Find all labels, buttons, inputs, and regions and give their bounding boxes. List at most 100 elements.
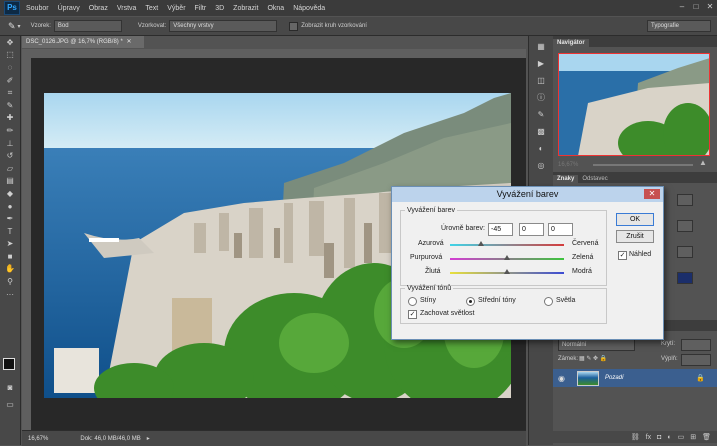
tab-character[interactable]: Znaky bbox=[553, 175, 579, 183]
layer-name[interactable]: Pozadí bbox=[605, 375, 624, 381]
cyan-red-thumb[interactable] bbox=[478, 241, 484, 246]
opacity-field[interactable] bbox=[681, 339, 711, 351]
character-tabbar: Znaky Odstavec bbox=[553, 172, 717, 183]
healing-tool-icon[interactable]: ✚ bbox=[0, 112, 20, 125]
navigator-view-box[interactable] bbox=[558, 53, 710, 156]
quick-select-tool-icon[interactable]: ✐ bbox=[0, 74, 20, 87]
gradient-tool-icon[interactable]: ▤ bbox=[0, 175, 20, 188]
menu-soubor[interactable]: Soubor bbox=[26, 5, 49, 12]
workspace-select[interactable]: Typografie bbox=[647, 20, 711, 32]
level1-field[interactable]: -45 bbox=[488, 223, 513, 236]
menu-zobrazit[interactable]: Zobrazit bbox=[233, 5, 258, 12]
tab-paragraph[interactable]: Odstavec bbox=[578, 175, 611, 183]
blend-mode-select[interactable]: Normální bbox=[558, 339, 635, 351]
screen-mode-icon[interactable]: ▭ bbox=[0, 398, 20, 411]
navigator-preview[interactable] bbox=[558, 53, 710, 156]
menu-obraz[interactable]: Obraz bbox=[89, 5, 108, 12]
fx-icon[interactable]: fx bbox=[646, 434, 651, 441]
adjustments-panel-icon[interactable]: ◐ bbox=[529, 141, 553, 155]
menu-text[interactable]: Text bbox=[145, 5, 158, 12]
document-tab[interactable]: DSC_0126.JPG @ 16,7% (RGB/8) * ✕ bbox=[22, 36, 144, 48]
navigator-zoom-readout[interactable]: 16,67% bbox=[558, 162, 578, 168]
info-panel-icon[interactable]: ⓘ bbox=[529, 90, 553, 104]
shadows-radio[interactable] bbox=[408, 297, 417, 306]
history-brush-tool-icon[interactable]: ↺ bbox=[0, 149, 20, 162]
crop-tool-icon[interactable]: ⌗ bbox=[0, 86, 20, 99]
actions-panel-icon[interactable]: ▶ bbox=[529, 56, 553, 70]
menu-napoveda[interactable]: Nápověda bbox=[293, 5, 325, 12]
quick-mask-icon[interactable]: ◙ bbox=[0, 381, 20, 394]
lasso-tool-icon[interactable]: ◌ bbox=[0, 61, 20, 74]
sample-size-select[interactable]: Bod bbox=[53, 20, 122, 32]
preserve-luminosity-checkbox[interactable]: ✓ bbox=[408, 310, 417, 319]
brush-panel-icon[interactable]: ✎ bbox=[529, 107, 553, 121]
navigator-zoom-slider[interactable] bbox=[593, 164, 693, 166]
layer-row[interactable]: ◉ Pozadí 🔒 bbox=[553, 369, 717, 387]
fill-field[interactable] bbox=[681, 354, 711, 366]
link-layers-icon[interactable]: ⛓ bbox=[631, 433, 640, 441]
menu-upravy[interactable]: Úpravy bbox=[58, 5, 80, 12]
doc-info[interactable]: Dok: 46,0 MB/46,0 MB bbox=[80, 436, 140, 442]
pen-tool-icon[interactable]: ✒ bbox=[0, 212, 20, 225]
hand-tool-icon[interactable]: ✋ bbox=[0, 263, 20, 276]
fill-label: Výplň: bbox=[661, 356, 678, 362]
tool-preset-chevron-icon[interactable]: ▾ bbox=[18, 23, 21, 30]
yellow-blue-thumb[interactable] bbox=[504, 269, 510, 274]
document-close-icon[interactable]: ✕ bbox=[126, 39, 131, 45]
path-select-tool-icon[interactable]: ➤ bbox=[0, 238, 20, 251]
dodge-tool-icon[interactable]: ● bbox=[0, 200, 20, 213]
dialog-close-button[interactable]: ✕ bbox=[644, 189, 660, 199]
maximize-icon[interactable]: □ bbox=[691, 2, 701, 12]
level2-field[interactable]: 0 bbox=[519, 223, 544, 236]
eye-icon[interactable]: ◉ bbox=[558, 374, 565, 383]
more-tools-icon[interactable]: ··· bbox=[0, 288, 20, 301]
sampling-select[interactable]: Všechny vrstvy bbox=[169, 20, 278, 32]
zoom-readout[interactable]: 16,67% bbox=[28, 436, 48, 442]
highlights-radio[interactable] bbox=[544, 297, 553, 306]
stamp-tool-icon[interactable]: ⊥ bbox=[0, 137, 20, 150]
foreground-color-swatch[interactable] bbox=[3, 358, 15, 370]
show-ring-checkbox[interactable] bbox=[289, 21, 299, 31]
navigator-zoom-in-icon[interactable]: ▲ bbox=[699, 158, 707, 167]
lock-icons[interactable]: ▦ ✎ ✥ 🔒 bbox=[579, 355, 607, 362]
group-icon[interactable]: ▭ bbox=[678, 433, 685, 441]
menu-vrstva[interactable]: Vrstva bbox=[117, 5, 137, 12]
status-chevron-icon[interactable]: ▸ bbox=[147, 435, 150, 442]
font-size-field[interactable] bbox=[677, 194, 693, 206]
eyedropper-icon[interactable]: ✎ bbox=[8, 21, 16, 32]
menu-filtr[interactable]: Filtr bbox=[195, 5, 207, 12]
menu-3d[interactable]: 3D bbox=[215, 5, 224, 12]
new-layer-icon[interactable]: ⊞ bbox=[690, 433, 696, 441]
close-icon[interactable]: ✕ bbox=[705, 2, 715, 12]
cyan-red-track[interactable] bbox=[450, 244, 564, 246]
move-tool-icon[interactable]: ✥ bbox=[0, 36, 20, 49]
zoom-tool-icon[interactable]: ⚲ bbox=[0, 275, 20, 288]
eyedropper-tool-icon[interactable]: ✎ bbox=[0, 99, 20, 112]
adjustment-layer-icon[interactable]: ◐ bbox=[667, 434, 671, 441]
level3-field[interactable]: 0 bbox=[548, 223, 573, 236]
marquee-tool-icon[interactable]: ⬚ bbox=[0, 49, 20, 62]
eraser-tool-icon[interactable]: ▱ bbox=[0, 162, 20, 175]
brush-tool-icon[interactable]: ✏ bbox=[0, 124, 20, 137]
tab-navigator[interactable]: Navigátor bbox=[553, 39, 589, 47]
type-tool-icon[interactable]: T bbox=[0, 225, 20, 238]
swatches-panel-icon[interactable]: ▩ bbox=[529, 124, 553, 138]
cancel-button[interactable]: Zrušit bbox=[616, 230, 654, 243]
magenta-green-thumb[interactable] bbox=[504, 255, 510, 260]
tool-presets-icon[interactable]: ◫ bbox=[529, 73, 553, 87]
blur-tool-icon[interactable]: ◆ bbox=[0, 187, 20, 200]
ok-button[interactable]: OK bbox=[616, 213, 654, 226]
preview-checkbox[interactable]: ✓ bbox=[618, 251, 627, 260]
midtones-radio[interactable] bbox=[466, 297, 475, 306]
shape-tool-icon[interactable]: ■ bbox=[0, 250, 20, 263]
menu-okna[interactable]: Okna bbox=[267, 5, 284, 12]
menu-vyber[interactable]: Výběr bbox=[167, 5, 185, 12]
minimize-icon[interactable]: – bbox=[677, 2, 687, 12]
history-panel-icon[interactable]: ▦ bbox=[529, 39, 553, 53]
text-color-swatch[interactable] bbox=[677, 272, 693, 284]
mask-icon[interactable]: ◘ bbox=[657, 434, 661, 441]
trash-icon[interactable]: 🗑 bbox=[702, 433, 711, 441]
tracking-field[interactable] bbox=[677, 220, 693, 232]
scale-field[interactable] bbox=[677, 246, 693, 258]
styles-panel-icon[interactable]: ◎ bbox=[529, 158, 553, 172]
